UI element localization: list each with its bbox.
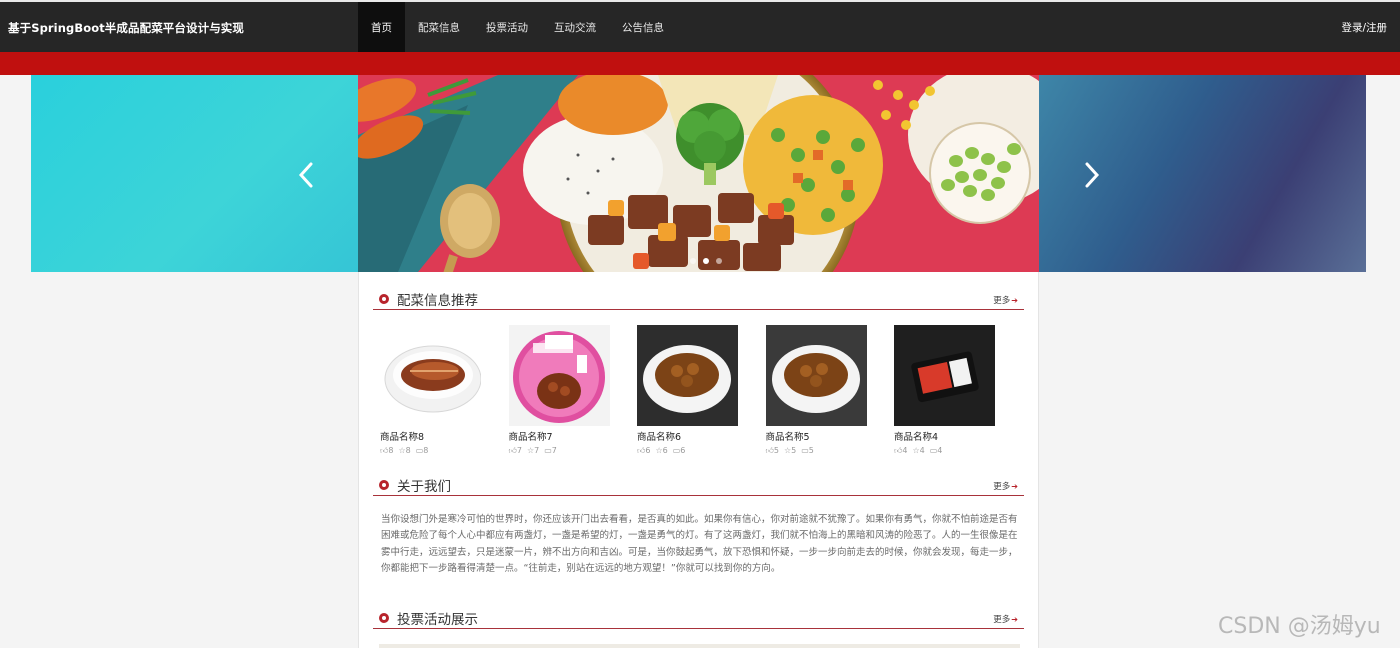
product-image: [637, 325, 738, 426]
arrow-right-icon: ➔: [1011, 615, 1018, 624]
carousel-slide-current[interactable]: [358, 75, 1039, 272]
thumbs-up-icon: 👍︎7: [508, 446, 522, 455]
site-title[interactable]: 基于SpringBoot半成品配菜平台设计与实现: [8, 20, 244, 36]
product-name: 商品名称7: [508, 432, 553, 443]
arrow-right-icon: ➔: [1011, 296, 1018, 305]
chevron-right-icon: [1085, 162, 1100, 188]
thumbs-up-icon: 👍︎5: [765, 446, 779, 455]
section-bullet-icon: [379, 613, 389, 623]
product-image: [894, 325, 995, 426]
section-header-votes: 投票活动展示 更多➔: [373, 605, 1024, 629]
more-link[interactable]: 更多➔: [993, 294, 1018, 306]
arrow-right-icon: ➔: [1011, 482, 1018, 491]
product-name: 商品名称6: [637, 432, 682, 443]
comment-icon: ▭7: [544, 446, 557, 455]
main-nav: 首页 配菜信息 投票活动 互动交流 公告信息: [358, 2, 677, 52]
star-icon: ☆8: [398, 446, 411, 455]
section-bullet-icon: [379, 480, 389, 490]
main-content: 配菜信息推荐 更多➔ 商品名称8 👍︎8 ☆8 ▭8 商品名称7 👍︎7 ☆7 …: [358, 272, 1039, 648]
section-header-about: 关于我们 更多➔: [373, 472, 1024, 496]
nav-item-votes[interactable]: 投票活动: [473, 2, 541, 52]
product-name: 商品名称5: [765, 432, 810, 443]
watermark: CSDN @汤姆yu: [1218, 614, 1381, 639]
product-image: [380, 325, 481, 426]
product-stats: 👍︎8 ☆8 ▭8: [380, 446, 481, 456]
star-icon: ☆7: [526, 446, 540, 455]
star-icon: ☆5: [783, 446, 797, 455]
product-name: 商品名称4: [894, 432, 939, 443]
carousel-dot[interactable]: [690, 258, 696, 264]
carousel-next-arrow[interactable]: [1080, 160, 1104, 190]
thumbs-up-icon: 👍︎4: [894, 446, 908, 455]
more-link[interactable]: 更多➔: [993, 613, 1018, 625]
nav-item-notices[interactable]: 公告信息: [609, 2, 677, 52]
nav-item-forum[interactable]: 互动交流: [541, 2, 609, 52]
product-stats: 👍︎6 ☆6 ▭6: [637, 446, 738, 456]
comment-icon: ▭4: [929, 446, 943, 455]
product-stats: 👍︎7 ☆7 ▭7: [509, 446, 610, 456]
nav-item-home[interactable]: 首页: [358, 2, 405, 52]
product-image: [508, 325, 610, 426]
comment-icon: ▭8: [415, 446, 429, 455]
star-icon: ☆4: [912, 446, 925, 455]
product-card[interactable]: 商品名称4 👍︎4 ☆4 ▭4: [894, 325, 995, 456]
product-stats: 👍︎5 ☆5 ▭5: [766, 446, 867, 456]
product-stats: 👍︎4 ☆4 ▭4: [894, 446, 995, 456]
product-card[interactable]: 商品名称8 👍︎8 ☆8 ▭8: [380, 325, 481, 456]
product-card[interactable]: 商品名称7 👍︎7 ☆7 ▭7: [508, 325, 610, 456]
food-bowl-image: [358, 75, 1039, 272]
section-bullet-icon: [379, 294, 389, 304]
product-name: 商品名称8: [380, 432, 425, 443]
dish-list: 商品名称8 👍︎8 ☆8 ▭8 商品名称7 👍︎7 ☆7 ▭7 商品名称6 👍︎…: [380, 325, 1023, 456]
carousel-dot[interactable]: [703, 258, 709, 264]
login-register-link[interactable]: 登录/注册: [1341, 20, 1387, 35]
chevron-left-icon: [298, 162, 313, 188]
red-banner-strip: [0, 52, 1400, 75]
section-header-dishes: 配菜信息推荐 更多➔: [373, 286, 1024, 310]
carousel-dot[interactable]: [716, 258, 722, 264]
carousel-dots: [690, 258, 722, 264]
thumbs-up-icon: 👍︎6: [637, 446, 651, 455]
top-navbar: 基于SpringBoot半成品配菜平台设计与实现 首页 配菜信息 投票活动 互动…: [0, 0, 1400, 52]
image-carousel: [31, 75, 1366, 272]
comment-icon: ▭6: [672, 446, 686, 455]
carousel-prev-arrow[interactable]: [294, 160, 318, 190]
nav-item-dishes[interactable]: 配菜信息: [405, 2, 473, 52]
product-image: [765, 325, 867, 426]
section-title: 关于我们: [397, 479, 451, 495]
section-title: 配菜信息推荐: [397, 293, 478, 309]
comment-icon: ▭5: [801, 446, 814, 455]
section-title: 投票活动展示: [397, 612, 478, 628]
thumbs-up-icon: 👍︎8: [380, 446, 394, 455]
product-card[interactable]: 商品名称6 👍︎6 ☆6 ▭6: [637, 325, 738, 456]
vote-list-preview: [379, 644, 1020, 648]
more-link[interactable]: 更多➔: [993, 480, 1018, 492]
star-icon: ☆6: [655, 446, 668, 455]
about-text: 当你设想门外是寒冷可怕的世界时，你还应该开门出去看看，是否真的如此。如果你有信心…: [381, 514, 1018, 575]
product-card[interactable]: 商品名称5 👍︎5 ☆5 ▭5: [765, 325, 867, 456]
